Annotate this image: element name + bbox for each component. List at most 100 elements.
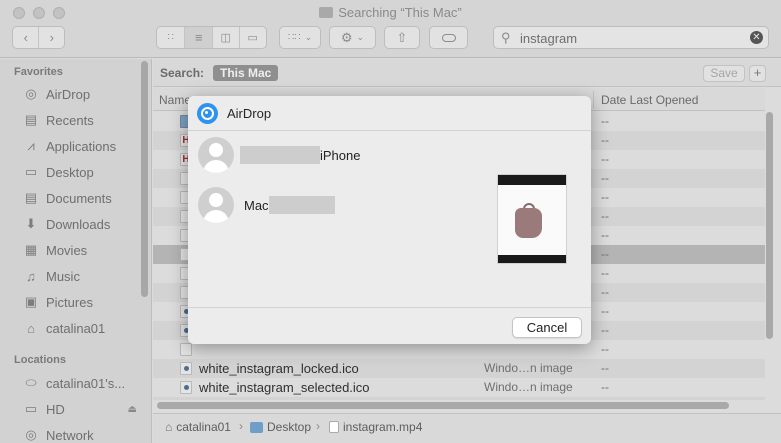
airdrop-recipient-iphone[interactable]: iPhone [198, 137, 360, 173]
file-date-last-opened: -- [601, 266, 609, 280]
back-forward-control: ‹ › [12, 26, 65, 49]
eject-icon[interactable]: ⏏ [128, 404, 137, 415]
recipient-device-label: iPhone [320, 147, 361, 163]
path-item-file[interactable]: instagram.mp4 [329, 420, 422, 434]
sidebar-item-label: catalina01 [46, 320, 106, 336]
sidebar-item-label: Downloads [46, 216, 111, 232]
tag-button[interactable] [429, 26, 468, 49]
column-view-button[interactable]: ◫ [211, 27, 239, 48]
chevron-down-icon: ⌄ [356, 32, 365, 42]
home-icon: ⌂ [165, 420, 173, 434]
home-icon: ⌂ [27, 320, 35, 336]
airdrop-sheet-header: AirDrop [188, 96, 591, 131]
share-button[interactable]: ⇧ [384, 26, 420, 49]
sidebar-item-label: catalina01's... [46, 375, 126, 391]
recipient-device-label: Mac [244, 197, 269, 213]
table-row[interactable]: white_instagram_locked.ico Windo…n image -… [153, 359, 765, 378]
file-date-last-opened: -- [601, 285, 609, 299]
window-title: Searching “This Mac” [0, 5, 781, 20]
path-separator: › [316, 419, 320, 433]
path-item-label: catalina01 [176, 420, 231, 434]
table-row[interactable]: white_instagram.ico Windo…n image -- [153, 397, 765, 400]
desktop-icon: ▭ [24, 164, 38, 179]
sidebar-item-network[interactable]: ◎ Network [22, 424, 93, 443]
file-icon [180, 343, 192, 356]
file-date-last-opened: -- [601, 361, 609, 375]
recipient-name: iPhone [240, 146, 360, 164]
forward-button[interactable]: › [38, 27, 64, 48]
recipient-name: Mac [244, 196, 335, 214]
scope-label: Search: [160, 66, 205, 80]
view-mode-control: ∷ ≡ ◫ ▭ [156, 26, 267, 49]
sidebar-item-documents[interactable]: ▤ Documents [22, 187, 112, 209]
list-view-button[interactable]: ≡ [184, 27, 212, 48]
file-kind: Windo…n image [484, 380, 573, 394]
sidebar-item-pictures[interactable]: ▣ Pictures [22, 291, 93, 313]
column-date-last-opened[interactable]: Date Last Opened [601, 93, 698, 107]
airdrop-recipient-mac[interactable]: Mac [198, 187, 335, 223]
sidebar-item-mac-disk[interactable]: ⬭ catalina01's... [22, 372, 125, 394]
sidebar-item-label: Documents [46, 190, 112, 206]
file-kind: Windo…n image [484, 361, 573, 375]
save-search-button[interactable]: Save [703, 65, 745, 82]
list-horizontal-scrollbar[interactable] [157, 402, 729, 409]
clear-search-icon[interactable]: ✕ [750, 31, 763, 44]
redacted-name-block [268, 196, 335, 214]
search-scope-bar: Search: This Mac Save + [153, 59, 781, 87]
tag-icon [441, 33, 456, 42]
airdrop-sheet-footer: Cancel [188, 307, 591, 344]
gallery-view-icon: ▭ [247, 32, 258, 44]
sidebar-item-downloads[interactable]: ⬇ Downloads [22, 213, 111, 235]
cancel-button[interactable]: Cancel [512, 317, 582, 338]
path-item-desktop[interactable]: Desktop [250, 420, 311, 434]
scope-this-mac[interactable]: This Mac [213, 65, 279, 81]
file-date-last-opened: -- [601, 304, 609, 318]
movie-file-icon [329, 421, 339, 433]
file-kind: Windo…n image [484, 399, 573, 400]
path-item-home[interactable]: ⌂ catalina01 [165, 420, 231, 434]
window-title-text: Searching “This Mac” [338, 5, 462, 20]
preview-object [515, 208, 542, 238]
sidebar-item-home[interactable]: ⌂ catalina01 [22, 317, 105, 339]
airdrop-icon [197, 103, 218, 124]
favorites-heading: Favorites [14, 66, 63, 78]
group-grid-icon: ∷∷ [287, 32, 301, 43]
search-field[interactable]: ⚲ instagram ✕ [493, 26, 769, 49]
search-input[interactable]: instagram [520, 31, 577, 46]
sidebar-item-airdrop[interactable]: ◎ AirDrop [22, 83, 90, 105]
back-button[interactable]: ‹ [13, 27, 38, 48]
sidebar-item-hd[interactable]: ▭ HD ⏏ [22, 398, 137, 420]
chevron-right-icon: › [49, 30, 54, 45]
action-button[interactable]: ⚙ ⌄ [329, 26, 376, 49]
file-date-last-opened: -- [601, 399, 609, 400]
column-name[interactable]: Name [159, 93, 191, 107]
sidebar-item-label: Movies [46, 242, 88, 258]
image-icon [180, 362, 192, 375]
file-preview-thumbnail [497, 174, 567, 264]
sidebar-item-recents[interactable]: ▤ Recents [22, 109, 94, 131]
airdrop-sheet: AirDrop iPhone Mac Cancel [188, 96, 591, 344]
sidebar-item-label: AirDrop [46, 86, 91, 102]
sidebar-item-music[interactable]: ♫ Music [22, 265, 80, 287]
sidebar-scrollbar[interactable] [141, 61, 148, 297]
sidebar-item-desktop[interactable]: ▭ Desktop [22, 161, 94, 183]
add-criteria-button[interactable]: + [749, 65, 766, 82]
airdrop-icon: ◎ [25, 86, 37, 101]
gallery-view-button[interactable]: ▭ [238, 27, 267, 48]
film-icon: ▦ [24, 242, 38, 257]
file-date-last-opened: -- [601, 190, 609, 204]
table-row[interactable]: white_instagram_selected.ico Windo…n imag… [153, 378, 765, 397]
sidebar-item-label: Desktop [46, 164, 94, 180]
display-icon: ▭ [24, 401, 38, 416]
sidebar-item-applications[interactable]: ⩘ Applications [22, 135, 116, 157]
column-separator [593, 91, 594, 108]
video-letterbox-top [498, 175, 566, 185]
sidebar-item-movies[interactable]: ▦ Movies [22, 239, 87, 261]
sidebar-item-label: Pictures [46, 294, 93, 310]
file-date-last-opened: -- [601, 323, 609, 337]
path-item-label: instagram.mp4 [343, 420, 423, 434]
icon-view-button[interactable]: ∷ [157, 27, 184, 48]
list-vertical-scrollbar[interactable] [766, 112, 773, 339]
airdrop-title: AirDrop [227, 106, 272, 121]
group-button[interactable]: ∷∷ ⌄ [279, 26, 321, 49]
